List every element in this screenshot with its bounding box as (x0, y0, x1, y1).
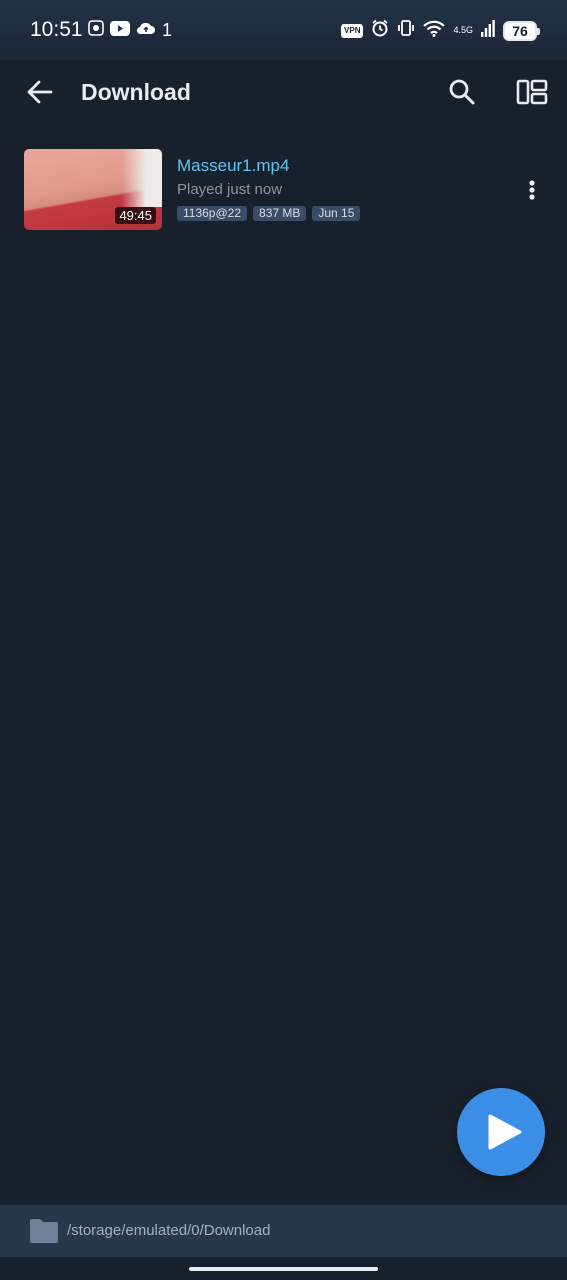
alarm-icon (371, 19, 389, 42)
play-fab-button[interactable] (457, 1088, 545, 1176)
app-bar: Download (0, 60, 567, 124)
status-right-icons: VPN 4.5G 76 (341, 19, 540, 42)
more-options-button[interactable] (518, 178, 546, 206)
notification-count: 1 (162, 20, 173, 40)
back-button[interactable] (24, 76, 56, 108)
current-path: /storage/emulated/0/Download (67, 1222, 271, 1239)
video-tags: 1136p@22 837 MB Jun 15 (177, 206, 361, 221)
video-title: Masseur1.mp4 (177, 156, 290, 175)
path-bar[interactable]: /storage/emulated/0/Download (0, 1205, 567, 1257)
resolution-tag: 1136p@22 (177, 206, 248, 221)
status-time: 10:51 (30, 18, 83, 41)
page-title: Download (81, 79, 191, 105)
battery-indicator: 76 (503, 20, 540, 41)
folder-icon (30, 1219, 58, 1243)
more-vert-icon (529, 180, 535, 200)
screen: 10:51 1 VPN 4.5G 76 Download 49:45 Masse… (0, 0, 567, 1280)
vpn-badge: VPN (341, 23, 364, 38)
search-button[interactable] (446, 76, 478, 108)
gesture-nav-handle[interactable] (189, 1267, 378, 1271)
wifi-icon (423, 20, 446, 42)
layout-toggle-button[interactable] (515, 76, 549, 108)
video-thumbnail[interactable]: 49:45 (24, 149, 162, 230)
vibrate-icon (397, 19, 415, 42)
cloud-upload-icon (136, 20, 156, 41)
size-tag: 837 MB (253, 206, 307, 221)
arrow-left-icon (27, 80, 53, 104)
signal-icon (481, 19, 495, 42)
video-subtitle: Played just now (177, 181, 283, 198)
screen-record-icon (88, 20, 104, 41)
date-tag: Jun 15 (312, 206, 361, 221)
status-left-icons: 1 (88, 20, 172, 41)
play-icon (488, 1114, 522, 1150)
thumbnail-highlight (122, 149, 162, 207)
youtube-icon (110, 20, 130, 41)
status-bar: 10:51 1 VPN 4.5G 76 (0, 0, 567, 60)
view-layout-icon (516, 79, 548, 105)
duration-badge: 49:45 (115, 207, 156, 224)
search-icon (449, 79, 475, 105)
list-item[interactable]: 49:45 Masseur1.mp4 Played just now 1136p… (0, 140, 567, 240)
network-type: 4.5G (453, 25, 473, 35)
